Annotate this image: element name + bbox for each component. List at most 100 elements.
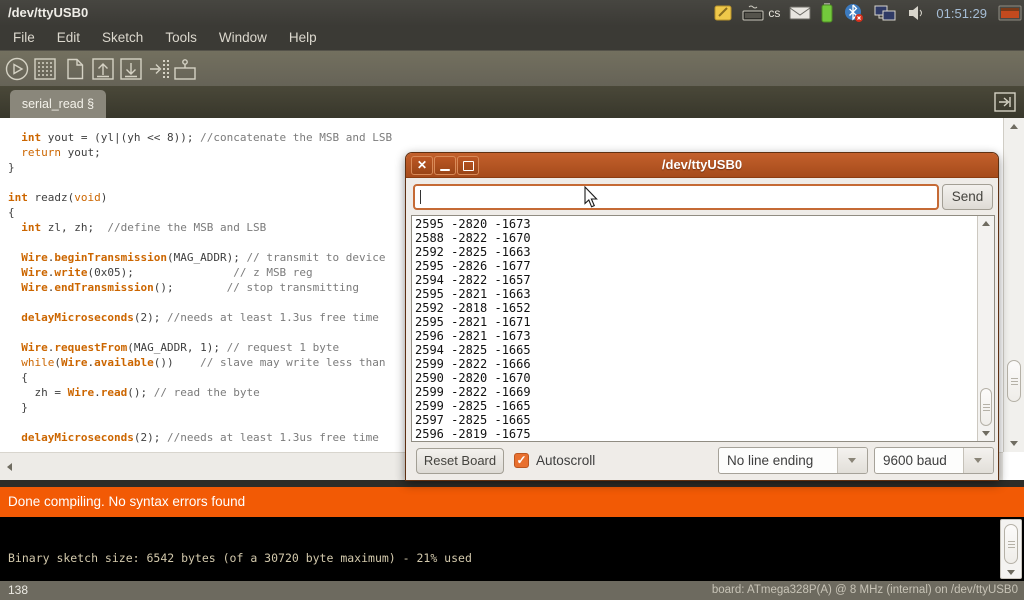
autoscroll-checkbox[interactable]: ✓ (514, 453, 529, 468)
code-line: Wire.write(0x05); // z MSB reg (8, 265, 392, 280)
serial-scroll-up-arrow[interactable] (982, 221, 990, 226)
verify-button[interactable] (4, 56, 30, 82)
menu-file[interactable]: File (2, 26, 46, 50)
code-line: int zl, zh; //define the MSB and LSB (8, 220, 392, 235)
status-bar: 138 board: ATmega328P(A) @ 8 MHz (intern… (0, 581, 1024, 600)
console-scroll-down-arrow[interactable] (1007, 570, 1015, 575)
scroll-left-arrow[interactable] (7, 463, 12, 471)
serial-data-line: 2599 -2822 -1669 (415, 385, 531, 399)
top-panel: /dev/ttyUSB0 cs 01:51:29 (0, 0, 1024, 26)
serial-monitor-window: ✕ /dev/ttyUSB0 Send 2595 -2820 -16732588… (405, 152, 999, 481)
serial-vertical-scrollbar[interactable] (977, 216, 994, 441)
console-text: Binary sketch size: 6542 bytes (of a 307… (8, 551, 472, 565)
code-line (8, 235, 392, 250)
serial-monitor-button[interactable] (172, 56, 198, 82)
window-title: /dev/ttyUSB0 (8, 0, 88, 26)
console-scroll-thumb[interactable] (1004, 524, 1018, 564)
menu-tools[interactable]: Tools (154, 26, 208, 50)
toolbar (0, 50, 1024, 86)
keyboard-layout-label[interactable]: cs (768, 6, 780, 20)
serial-data-line: 2594 -2825 -1665 (415, 343, 531, 357)
serial-window-titlebar[interactable]: ✕ /dev/ttyUSB0 (406, 153, 998, 178)
send-button[interactable]: Send (942, 184, 993, 210)
serial-data-line: 2592 -2825 -1663 (415, 245, 531, 259)
editor-vertical-scrollbar[interactable] (1003, 118, 1024, 452)
line-ending-dropdown[interactable]: No line ending (718, 447, 868, 474)
chevron-down-icon[interactable] (837, 448, 867, 473)
code-text: int yout = (yl|(yh << 8)); //concatenate… (8, 130, 392, 445)
text-caret (420, 190, 421, 204)
serial-send-input[interactable] (413, 184, 939, 210)
mouse-cursor (584, 186, 600, 214)
serial-data-line: 2596 -2819 -1675 (415, 427, 531, 441)
scroll-down-arrow[interactable] (1010, 441, 1018, 446)
serial-data-line: 2596 -2821 -1673 (415, 329, 531, 343)
serial-scroll-thumb[interactable] (980, 388, 992, 426)
session-screen-icon[interactable] (998, 3, 1022, 23)
serial-output-area: 2595 -2820 -16732588 -2822 -16702592 -28… (411, 215, 995, 442)
menu-help[interactable]: Help (278, 26, 328, 50)
baud-rate-value: 9600 baud (883, 448, 947, 473)
new-sketch-button[interactable] (62, 56, 88, 82)
notes-icon[interactable] (713, 3, 733, 23)
code-line: Wire.endTransmission(); // stop transmit… (8, 280, 392, 295)
code-line (8, 415, 392, 430)
code-line: Wire.beginTransmission(MAG_ADDR); // tra… (8, 250, 392, 265)
menu-sketch[interactable]: Sketch (91, 26, 154, 50)
serial-data-line: 2597 -2825 -1665 (415, 413, 531, 427)
serial-data-line: 2599 -2822 -1666 (415, 357, 531, 371)
tab-bar: serial_read § (0, 86, 1024, 118)
line-ending-value: No line ending (727, 448, 813, 473)
volume-icon[interactable] (907, 4, 925, 22)
serial-data-line: 2595 -2821 -1663 (415, 287, 531, 301)
stop-button[interactable] (32, 56, 58, 82)
code-line: { (8, 370, 392, 385)
serial-data-line: 2595 -2826 -1677 (415, 259, 531, 273)
editor-console-divider[interactable] (0, 480, 1024, 487)
serial-data-line: 2595 -2820 -1673 (415, 217, 531, 231)
line-number: 138 (8, 581, 28, 600)
serial-data-line: 2595 -2821 -1671 (415, 315, 531, 329)
serial-data-line: 2599 -2825 -1665 (415, 399, 531, 413)
mail-icon[interactable] (789, 5, 811, 21)
chevron-down-icon[interactable] (963, 448, 993, 473)
tab-serial-read[interactable]: serial_read § (10, 90, 106, 118)
clock[interactable]: 01:51:29 (934, 6, 989, 21)
network-icon[interactable] (874, 3, 898, 23)
code-line: } (8, 160, 392, 175)
open-sketch-button[interactable] (90, 56, 116, 82)
serial-scroll-down-arrow[interactable] (982, 431, 990, 436)
code-line (8, 175, 392, 190)
code-line (8, 325, 392, 340)
serial-data-line: 2594 -2822 -1657 (415, 273, 531, 287)
compile-status-bar: Done compiling. No syntax errors found (0, 487, 1024, 517)
upload-button[interactable] (146, 56, 172, 82)
autoscroll-label: Autoscroll (536, 448, 595, 474)
code-line: } (8, 400, 392, 415)
menu-edit[interactable]: Edit (46, 26, 91, 50)
scroll-up-arrow[interactable] (1010, 124, 1018, 129)
code-line: while(Wire.available()) // slave may wri… (8, 355, 392, 370)
serial-data-line: 2592 -2818 -1652 (415, 301, 531, 315)
code-line: delayMicroseconds(2); //needs at least 1… (8, 430, 392, 445)
editor-scroll-thumb[interactable] (1007, 360, 1021, 402)
code-line: Wire.requestFrom(MAG_ADDR, 1); // reques… (8, 340, 392, 355)
code-line: int readz(void) (8, 190, 392, 205)
bluetooth-icon[interactable] (843, 2, 865, 24)
serial-window-title: /dev/ttyUSB0 (406, 153, 998, 177)
serial-data-line: 2588 -2822 -1670 (415, 231, 531, 245)
code-line: zh = Wire.read(); // read the byte (8, 385, 392, 400)
code-line: { (8, 205, 392, 220)
baud-rate-dropdown[interactable]: 9600 baud (874, 447, 994, 474)
serial-data-line: 2590 -2820 -1670 (415, 371, 531, 385)
console-vertical-scrollbar[interactable] (1000, 519, 1022, 579)
code-line: return yout; (8, 145, 392, 160)
board-info: board: ATmega328P(A) @ 8 MHz (internal) … (712, 581, 1018, 600)
keyboard-layout-icon[interactable] (742, 3, 764, 23)
menu-window[interactable]: Window (208, 26, 278, 50)
battery-icon[interactable] (820, 2, 834, 24)
tab-menu-button[interactable] (994, 92, 1016, 112)
reset-board-button[interactable]: Reset Board (416, 448, 504, 474)
save-sketch-button[interactable] (118, 56, 144, 82)
code-line: int yout = (yl|(yh << 8)); //concatenate… (8, 130, 392, 145)
